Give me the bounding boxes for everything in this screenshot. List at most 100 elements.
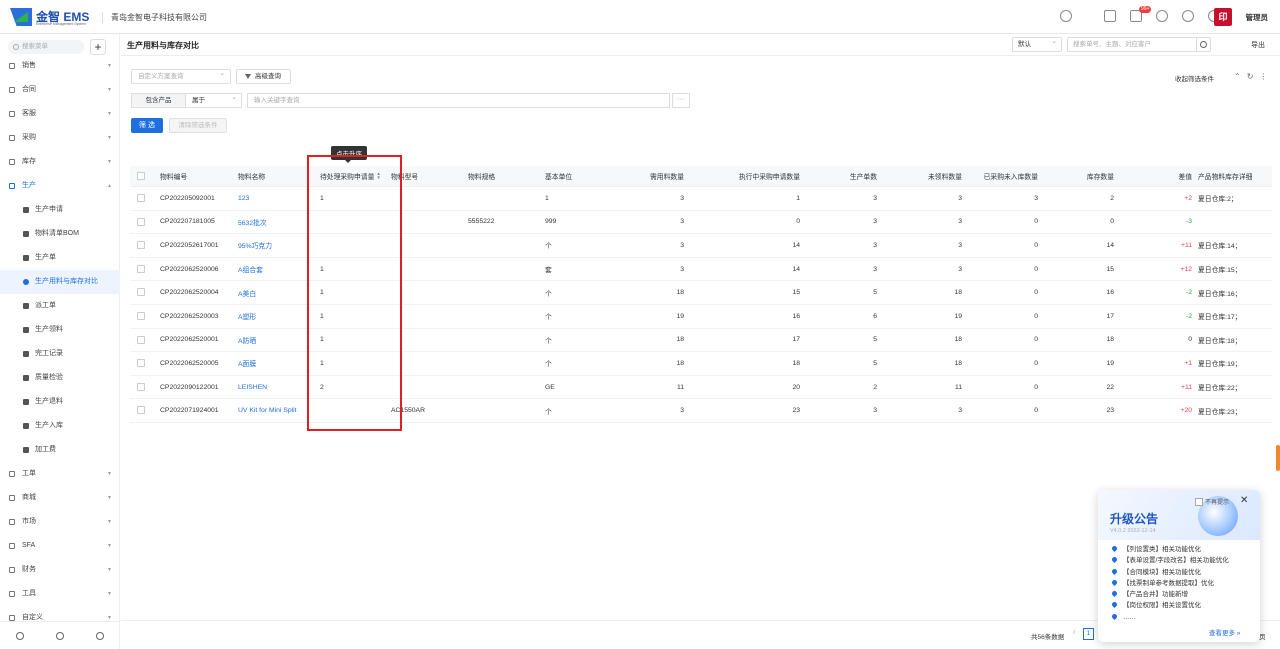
- column-header[interactable]: 库存数量: [1034, 166, 1114, 186]
- column-header[interactable]: 需用料数量: [618, 166, 684, 186]
- material-name-link[interactable]: 123: [238, 187, 318, 210]
- close-icon[interactable]: ✕: [1240, 496, 1248, 506]
- sidebar-item[interactable]: 财务 ▼: [0, 558, 120, 582]
- view-select[interactable]: 默认: [1012, 35, 1062, 52]
- column-header[interactable]: 基本单位: [545, 166, 615, 186]
- menu-search-input[interactable]: 搜索菜单: [8, 40, 84, 54]
- column-header[interactable]: 生产单数: [805, 166, 877, 186]
- material-name-link[interactable]: 5632批次: [238, 211, 318, 234]
- sidebar-item[interactable]: 生产入库: [0, 414, 120, 438]
- condition-field[interactable]: 包含产品: [131, 93, 186, 108]
- sidebar-item[interactable]: 生产领料: [0, 318, 120, 342]
- sidebar-item[interactable]: 生产退料: [0, 390, 120, 414]
- clear-filter-button[interactable]: 清除筛选条件: [169, 118, 227, 133]
- scheme-select[interactable]: 自定义方案查询: [131, 67, 231, 84]
- row-checkbox[interactable]: [137, 264, 145, 273]
- sidebar-item[interactable]: 派工单: [0, 294, 120, 318]
- sidebar-item[interactable]: 库存 ▼: [0, 150, 120, 174]
- search-icon[interactable]: [1196, 38, 1210, 51]
- more-button[interactable]: ···: [672, 93, 690, 108]
- column-header[interactable]: 执行中采购申请数量: [688, 166, 800, 186]
- sidebar-item[interactable]: 市场 ▼: [0, 510, 120, 534]
- advanced-query-button[interactable]: 高级查询: [236, 69, 291, 84]
- column-header[interactable]: 物料编号: [160, 166, 235, 186]
- export-button[interactable]: 导出: [1251, 40, 1265, 50]
- collapse-filters-button[interactable]: 收起筛选条件: [1175, 73, 1214, 83]
- column-header[interactable]: 差值: [1170, 166, 1192, 186]
- dont-show-checkbox[interactable]: 不再提示: [1195, 497, 1229, 506]
- list-icon[interactable]: [96, 631, 104, 640]
- column-header[interactable]: 产品物料库存详细: [1198, 166, 1272, 186]
- sidebar-item[interactable]: 工单 ▼: [0, 462, 120, 486]
- select-all-checkbox[interactable]: [137, 172, 145, 180]
- material-name-link[interactable]: A塑形: [238, 305, 318, 328]
- material-name-link[interactable]: UV Kit for Mini Split: [238, 399, 318, 422]
- toolbar-icons[interactable]: ⌃↻⋮: [1234, 72, 1273, 81]
- sidebar-item[interactable]: 物料清单BOM: [0, 222, 120, 246]
- pie-chart-icon[interactable]: [1182, 10, 1194, 22]
- brand-logo[interactable]: 金智 EMS Enterprise Management System: [10, 8, 90, 28]
- sidebar-item[interactable]: 生产单: [0, 246, 120, 270]
- global-search-input[interactable]: 搜索单号、主题、对应客户: [1067, 37, 1211, 52]
- settings-icon[interactable]: [1156, 10, 1168, 22]
- sidebar-item[interactable]: SFA ▼: [0, 534, 120, 558]
- scroll-indicator[interactable]: [1276, 445, 1280, 471]
- sidebar-item[interactable]: 生产申请: [0, 198, 120, 222]
- table-row[interactable]: CP2022062520003 A塑形 1 个 19 16 6 19 0 17 -2 夏日仓库:17；: [130, 305, 1272, 329]
- table-row[interactable]: CP202207181005 5632批次 5555222 999 3 0 3 3 0 0 -3: [130, 211, 1272, 235]
- row-checkbox[interactable]: [137, 335, 145, 344]
- prev-page-button[interactable]: ‹: [1073, 629, 1075, 636]
- material-name-link[interactable]: 95%巧克力: [238, 234, 318, 257]
- sidebar-item[interactable]: 质量检验: [0, 366, 120, 390]
- column-header[interactable]: 未领料数量: [880, 166, 962, 186]
- clock-icon[interactable]: [16, 631, 24, 640]
- row-checkbox[interactable]: [137, 406, 145, 415]
- sidebar-item[interactable]: 商城 ▼: [0, 486, 120, 510]
- material-name-link[interactable]: A美白: [238, 281, 318, 304]
- row-checkbox[interactable]: [137, 241, 145, 250]
- table-row[interactable]: CP2022090122001 LEISHEN 2 GE 11 20 2 11 0 22 +11 夏日…: [130, 376, 1272, 400]
- sidebar-item[interactable]: 生产用料与库存对比: [0, 270, 120, 294]
- filter-button[interactable]: 筛 选: [131, 118, 163, 133]
- column-header[interactable]: 物料名称: [238, 166, 318, 186]
- row-checkbox[interactable]: [137, 311, 145, 320]
- column-header[interactable]: 待处理采购申请量 ▲ ▼: [320, 166, 385, 186]
- row-checkbox[interactable]: [137, 359, 145, 368]
- table-row[interactable]: CP2022062520005 A面膜 1 个 18 18 5 18 0 19 +1 夏日仓库:19；: [130, 352, 1272, 376]
- column-header[interactable]: 已采购未入库数量: [962, 166, 1038, 186]
- contacts-icon[interactable]: [1104, 10, 1116, 22]
- material-name-link[interactable]: A组合套: [238, 258, 318, 281]
- row-checkbox[interactable]: [137, 382, 145, 391]
- material-name-link[interactable]: A面膜: [238, 352, 318, 375]
- sort-icon[interactable]: ▲ ▼: [376, 171, 380, 180]
- table-row[interactable]: CP2022062520004 A美白 1 个 18 15 5 18 0 16 -2 夏日仓库:16；: [130, 281, 1272, 305]
- condition-keyword-input[interactable]: 输入关键字查询: [247, 93, 670, 108]
- row-checkbox[interactable]: [137, 194, 145, 202]
- avatar[interactable]: 印: [1214, 8, 1232, 26]
- see-more-link[interactable]: 查看更多 »: [1209, 627, 1240, 637]
- sidebar-item[interactable]: 销售 ▼: [0, 54, 120, 78]
- user-name[interactable]: 管理员: [1246, 12, 1269, 23]
- sidebar-item[interactable]: 加工费: [0, 438, 120, 462]
- table-row[interactable]: CP2022071924001 UV Kit for Mini Split AC15…: [130, 399, 1272, 423]
- condition-operator[interactable]: 属于: [186, 91, 242, 108]
- table-row[interactable]: CP202205092001 123 1 1 3 1 3 3 3 2 +2 夏日仓库:2；: [130, 187, 1272, 211]
- row-checkbox[interactable]: [137, 217, 145, 226]
- sidebar-item[interactable]: 采购 ▼: [0, 126, 120, 150]
- table-row[interactable]: CP2022052617001 95%巧克力 个 3 14 3 3 0 14 +11 夏日仓库:14…: [130, 234, 1272, 258]
- column-header[interactable]: 物料规格: [468, 166, 543, 186]
- material-name-link[interactable]: LEISHEN: [238, 376, 318, 399]
- add-menu-button[interactable]: +: [90, 39, 106, 55]
- current-page[interactable]: 1: [1083, 628, 1094, 640]
- material-name-link[interactable]: A防晒: [238, 329, 318, 352]
- search-icon[interactable]: [1060, 10, 1072, 22]
- chart-icon[interactable]: [56, 631, 64, 640]
- bell-icon[interactable]: 99+: [1130, 6, 1152, 22]
- sidebar-item[interactable]: 完工记录: [0, 342, 120, 366]
- sidebar-item[interactable]: 生产 ▲: [0, 174, 120, 198]
- sidebar-item[interactable]: 工具 ▼: [0, 582, 120, 606]
- column-header[interactable]: 物料型号: [391, 166, 466, 186]
- row-checkbox[interactable]: [137, 288, 145, 297]
- table-row[interactable]: CP2022062520006 A组合套 1 套 3 14 3 3 0 15 +12 夏日仓库:15；: [130, 258, 1272, 282]
- sidebar-item[interactable]: 合同 ▼: [0, 78, 120, 102]
